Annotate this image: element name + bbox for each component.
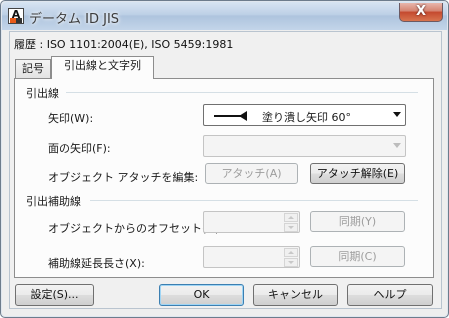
settings-button[interactable]: 設定(S)... (15, 284, 94, 306)
arrow-type-dropdown[interactable]: 塗り潰し矢印 60° (203, 104, 406, 126)
filled-arrow-icon (214, 111, 247, 121)
face-arrow-dropdown[interactable] (203, 135, 406, 157)
arrow-type-value: 塗り潰し矢印 60° (262, 111, 351, 124)
history-text: 履歴 : ISO 1101:2004(E), ISO 5459:1981 (14, 38, 234, 51)
spin-down-icon[interactable] (284, 223, 298, 232)
arrow-label: 矢印(W): (48, 112, 94, 125)
extension-group-divider (90, 200, 418, 201)
spin-up-icon[interactable] (284, 248, 298, 257)
sync-offset-button[interactable]: 同期(Y) (310, 211, 405, 232)
ok-button[interactable]: OK (159, 284, 244, 306)
spin-down-icon[interactable] (284, 258, 298, 267)
attach-button[interactable]: アタッチ(A) (205, 163, 298, 184)
face-arrow-label: 面の矢印(F): (48, 142, 111, 155)
spin-up-icon[interactable] (284, 213, 298, 222)
extend-length-spinner[interactable] (203, 246, 300, 268)
close-button[interactable]: X (399, 3, 443, 22)
help-button[interactable]: ヘルプ (347, 284, 433, 306)
offset-spinner[interactable] (203, 211, 300, 233)
leader-group-divider (66, 92, 418, 93)
extension-group-title: 引出補助線 (26, 195, 81, 208)
autocad-app-icon: A (8, 8, 24, 24)
extend-length-label: 補助線延長長さ(X): (48, 257, 145, 270)
detach-button[interactable]: アタッチ解除(E) (310, 163, 405, 184)
window-title: データム ID JIS (29, 12, 120, 27)
chevron-down-icon (393, 143, 401, 148)
offset-label: オブジェクトからのオフセット(O): (48, 222, 223, 235)
attach-label: オブジェクト アタッチを編集: (48, 171, 199, 184)
cancel-button[interactable]: キャンセル (253, 284, 338, 306)
chevron-down-icon (393, 112, 401, 117)
tab-symbol[interactable]: 記号 (15, 59, 51, 79)
tab-leader-and-text[interactable]: 引出線と文字列 (51, 56, 154, 79)
sync-extend-button[interactable]: 同期(C) (310, 246, 405, 267)
leader-group-title: 引出線 (26, 87, 59, 100)
title-bar[interactable]: A データム ID JIS X (2, 2, 447, 30)
